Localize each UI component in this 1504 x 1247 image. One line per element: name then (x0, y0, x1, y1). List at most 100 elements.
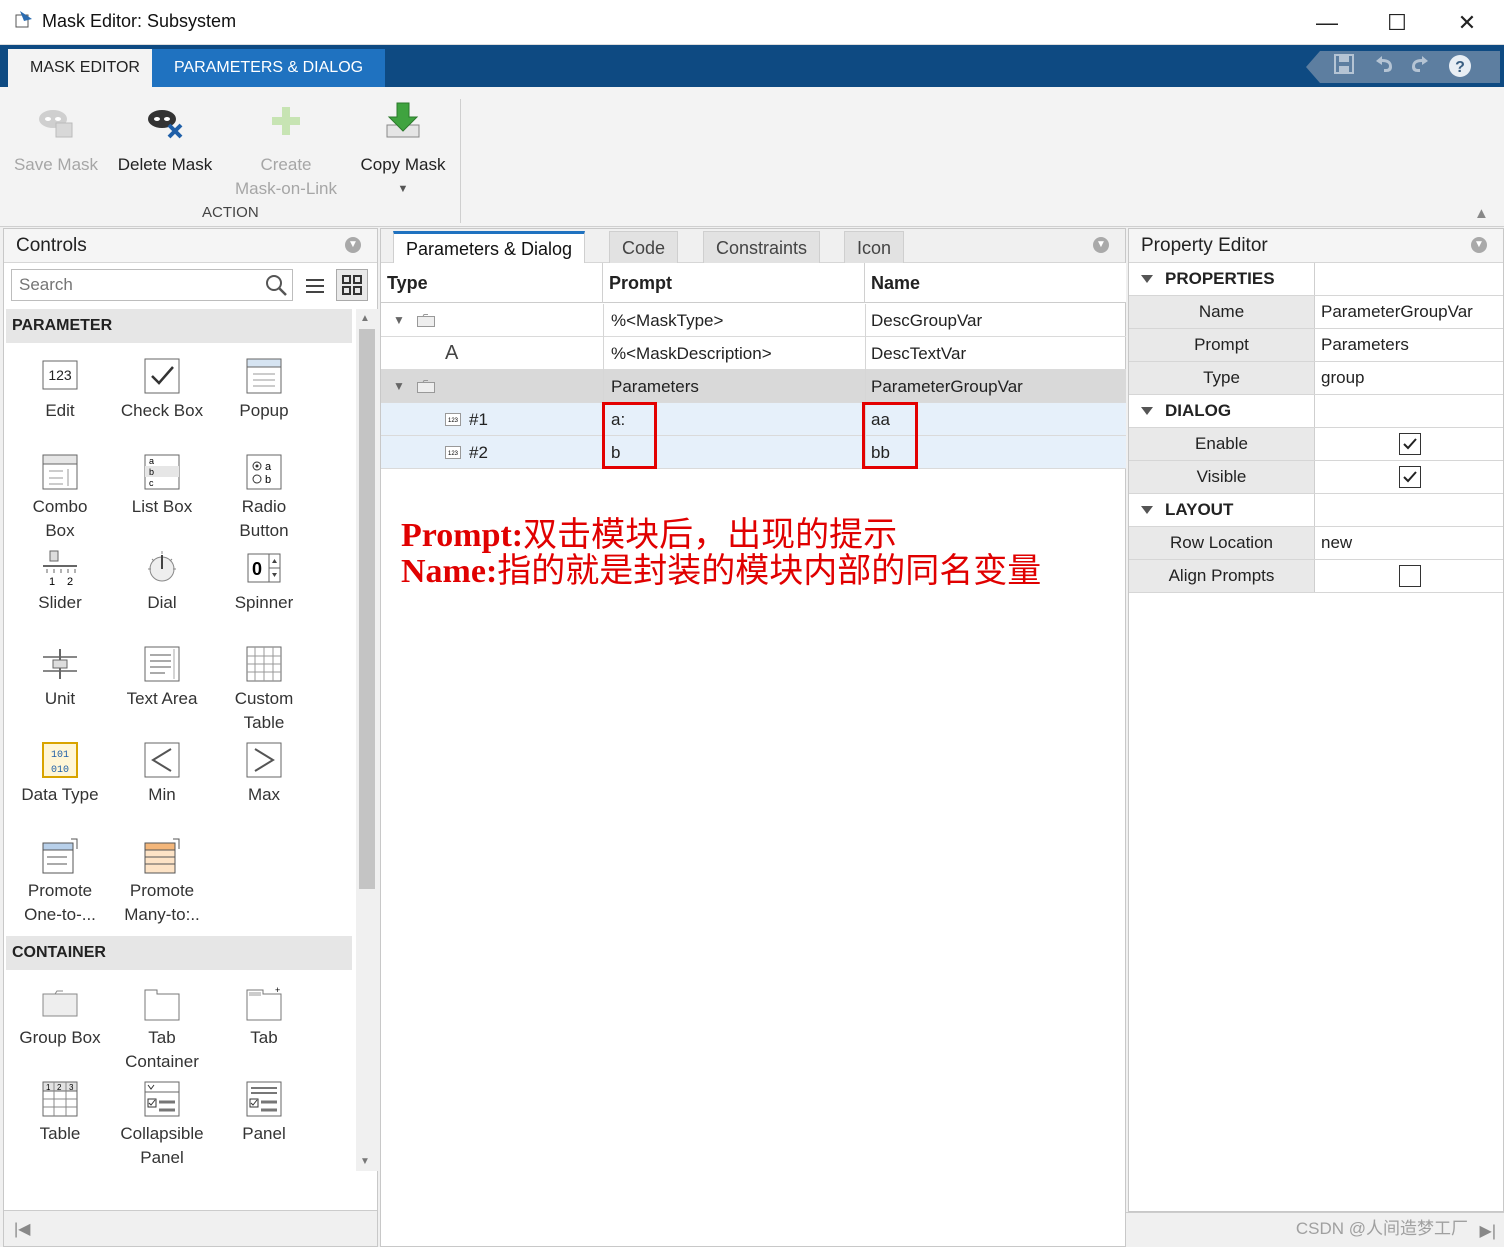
control-dial[interactable]: Dial (111, 549, 213, 615)
align-prompts-checkbox[interactable] (1399, 565, 1421, 587)
control-promote-one-to-one[interactable]: Promote One-to-... (9, 837, 111, 927)
control-tab[interactable]: + Tab (213, 984, 315, 1050)
scroll-down-icon[interactable]: ▼ (360, 1156, 370, 1167)
maximize-button[interactable]: ☐ (1362, 0, 1432, 45)
panel-icon (246, 1081, 282, 1117)
column-header-name[interactable]: Name (865, 263, 1126, 303)
control-label: Combo (32, 497, 88, 516)
search-icon[interactable] (264, 273, 288, 297)
control-group-box[interactable]: Group Box (9, 984, 111, 1050)
tab-code[interactable]: Code (609, 231, 679, 263)
create-mask-on-link-button[interactable]: Create Mask-on-Link (228, 101, 344, 201)
property-value[interactable]: Parameters (1321, 329, 1409, 361)
column-header-prompt[interactable]: Prompt (603, 263, 865, 303)
section-layout[interactable]: LAYOUT (1129, 494, 1503, 527)
property-row-align-prompts[interactable]: Align Prompts (1129, 560, 1503, 593)
tab-constraints[interactable]: Constraints (703, 231, 821, 263)
help-icon[interactable]: ? (1446, 53, 1474, 81)
control-min[interactable]: Min (111, 741, 213, 807)
svg-text:a: a (149, 456, 154, 466)
control-radio-button[interactable]: ab Radio Button (213, 453, 315, 543)
minimize-button[interactable]: — (1292, 0, 1362, 45)
section-dialog[interactable]: DIALOG (1129, 395, 1503, 428)
scroll-right-icon[interactable]: ▶| (1480, 1221, 1496, 1241)
controls-horizontal-scrollbar[interactable]: |◀ (4, 1210, 377, 1246)
prompt-cell[interactable]: Parameters (605, 370, 699, 403)
control-text-area[interactable]: Text Area (111, 645, 213, 711)
expand-row-icon[interactable]: ▼ (387, 370, 405, 403)
close-button[interactable]: ✕ (1432, 0, 1502, 45)
property-row-name[interactable]: Name ParameterGroupVar (1129, 296, 1503, 329)
property-row-enable[interactable]: Enable (1129, 428, 1503, 461)
property-value[interactable]: ParameterGroupVar (1321, 296, 1473, 328)
control-data-type[interactable]: 101 010 Data Type (9, 741, 111, 807)
section-properties[interactable]: PROPERTIES (1129, 263, 1503, 296)
enable-checkbox[interactable] (1399, 433, 1421, 455)
pane-options-icon[interactable]: ▼ (345, 237, 361, 253)
controls-search[interactable] (11, 269, 293, 301)
table-row[interactable]: ▼ %<MaskType> DescGroupVar (381, 304, 1126, 337)
control-list-box[interactable]: abc List Box (111, 453, 213, 519)
property-row-row-location[interactable]: Row Location new (1129, 527, 1503, 560)
control-promote-many-to-one[interactable]: Promote Many-to:.. (111, 837, 213, 927)
column-header-type[interactable]: Type (381, 263, 603, 303)
scroll-thumb[interactable] (359, 329, 375, 889)
expand-row-icon[interactable]: ▼ (387, 304, 405, 337)
control-combo-box[interactable]: Combo Box (9, 453, 111, 543)
tab-parameters-dialog-view[interactable]: Parameters & Dialog (393, 231, 586, 265)
control-panel[interactable]: Panel (213, 1080, 315, 1146)
property-row-prompt[interactable]: Prompt Parameters (1129, 329, 1503, 362)
control-spinner[interactable]: 0 Spinner (213, 549, 315, 615)
undo-icon[interactable] (1370, 53, 1398, 81)
table-row[interactable]: ▼ Parameters ParameterGroupVar (381, 370, 1126, 403)
visible-checkbox[interactable] (1399, 466, 1421, 488)
control-max[interactable]: Max (213, 741, 315, 807)
table-row[interactable]: A %<MaskDescription> DescTextVar (381, 337, 1126, 370)
controls-vertical-scrollbar[interactable]: ▲ ▼ (356, 309, 378, 1171)
save-icon[interactable] (1330, 53, 1358, 81)
prompt-cell[interactable]: %<MaskType> (605, 304, 723, 337)
collapse-ribbon-icon[interactable]: ▲ (1474, 205, 1489, 222)
property-value[interactable]: new (1321, 527, 1352, 559)
control-label-2: One-to-... (24, 905, 96, 924)
prompt-cell[interactable]: %<MaskDescription> (605, 337, 772, 370)
tab-parameters-dialog[interactable]: PARAMETERS & DIALOG (152, 49, 386, 87)
scroll-left-icon[interactable]: |◀ (14, 1219, 30, 1239)
chevron-down-icon[interactable]: ▼ (354, 177, 452, 201)
pane-options-icon[interactable]: ▼ (1093, 237, 1109, 253)
tab-mask-editor[interactable]: MASK EDITOR (8, 49, 162, 87)
control-tab-container[interactable]: Tab Container (111, 984, 213, 1074)
property-horizontal-scrollbar[interactable]: ▶| CSDN @人间造梦工厂 (1126, 1212, 1504, 1247)
name-cell[interactable]: ParameterGroupVar (865, 370, 1023, 403)
property-row-visible[interactable]: Visible (1129, 461, 1503, 494)
section-container[interactable]: CONTAINER (6, 936, 352, 970)
save-mask-button[interactable]: Save Mask (10, 101, 102, 177)
property-value[interactable]: group (1321, 362, 1364, 394)
section-parameter[interactable]: PARAMETER (6, 309, 352, 343)
control-check-box[interactable]: Check Box (111, 357, 213, 423)
table-row[interactable]: 123 #2 b bb (381, 436, 1126, 469)
grid-view-button[interactable] (336, 269, 368, 301)
redo-icon[interactable] (1406, 53, 1434, 81)
name-cell[interactable]: DescGroupVar (865, 304, 982, 337)
copy-mask-button[interactable]: Copy Mask ▼ (354, 101, 452, 201)
control-slider[interactable]: 12 Slider (9, 549, 111, 615)
control-custom-table[interactable]: Custom Table (213, 645, 315, 735)
search-input[interactable] (12, 270, 252, 300)
control-popup[interactable]: Popup (213, 357, 315, 423)
scroll-up-icon[interactable]: ▲ (360, 313, 370, 324)
chevron-down-icon[interactable] (1141, 506, 1153, 514)
pane-options-icon[interactable]: ▼ (1471, 237, 1487, 253)
name-cell[interactable]: DescTextVar (865, 337, 966, 370)
list-view-icon[interactable] (302, 273, 328, 299)
control-edit[interactable]: 123 Edit (9, 357, 111, 423)
delete-mask-button[interactable]: Delete Mask (112, 101, 218, 177)
chevron-down-icon[interactable] (1141, 275, 1153, 283)
control-unit[interactable]: Unit (9, 645, 111, 711)
table-row[interactable]: 123 #1 a: aa (381, 403, 1126, 436)
control-table[interactable]: 123 Table (9, 1080, 111, 1146)
chevron-down-icon[interactable] (1141, 407, 1153, 415)
property-row-type[interactable]: Type group (1129, 362, 1503, 395)
tab-icon[interactable]: Icon (844, 231, 905, 263)
control-collapsible-panel[interactable]: Collapsible Panel (111, 1080, 213, 1170)
